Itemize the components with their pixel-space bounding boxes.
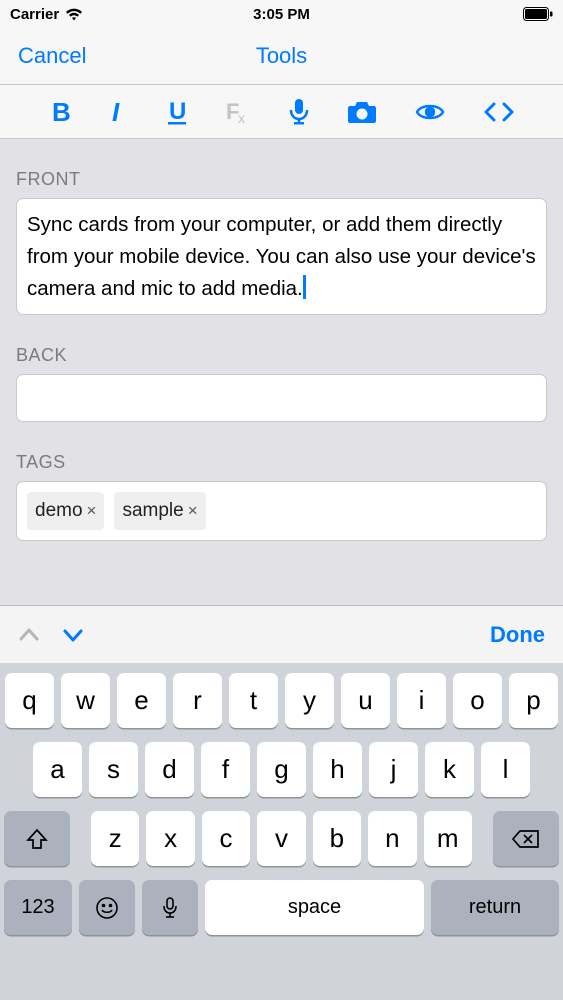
key-k[interactable]: k: [425, 742, 474, 797]
delete-key[interactable]: [493, 811, 559, 866]
key-g[interactable]: g: [257, 742, 306, 797]
keyboard: qwertyuiop asdfghjkl zxcvbnm 123 space r…: [0, 663, 563, 1000]
carrier-label: Carrier: [10, 6, 59, 23]
key-b[interactable]: b: [313, 811, 361, 866]
key-j[interactable]: j: [369, 742, 418, 797]
svg-text:I: I: [112, 100, 120, 124]
cancel-button[interactable]: Cancel: [18, 43, 86, 69]
microphone-button[interactable]: [289, 99, 309, 125]
back-label: BACK: [16, 345, 547, 366]
key-m[interactable]: m: [424, 811, 472, 866]
keyboard-accessory: Done: [0, 605, 563, 663]
wifi-icon: [65, 8, 83, 21]
front-field[interactable]: Sync cards from your computer, or add th…: [16, 198, 547, 315]
clear-format-button[interactable]: Fx: [226, 100, 250, 124]
underline-button[interactable]: U: [166, 99, 188, 125]
key-e[interactable]: e: [117, 673, 166, 728]
eye-icon[interactable]: [415, 102, 445, 122]
key-c[interactable]: c: [202, 811, 250, 866]
key-o[interactable]: o: [453, 673, 502, 728]
clock: 3:05 PM: [253, 6, 310, 23]
emoji-key[interactable]: [79, 880, 135, 935]
key-s[interactable]: s: [89, 742, 138, 797]
key-i[interactable]: i: [397, 673, 446, 728]
key-d[interactable]: d: [145, 742, 194, 797]
chevron-up-icon: [18, 624, 40, 646]
nav-bar: Cancel Tools: [0, 28, 563, 84]
key-y[interactable]: y: [285, 673, 334, 728]
tag-remove-icon[interactable]: ×: [188, 498, 198, 524]
format-toolbar: B I U Fx: [0, 84, 563, 139]
tag-remove-icon[interactable]: ×: [87, 498, 97, 524]
key-r[interactable]: r: [173, 673, 222, 728]
key-h[interactable]: h: [313, 742, 362, 797]
tag-chip[interactable]: sample×: [114, 492, 205, 529]
key-w[interactable]: w: [61, 673, 110, 728]
dictation-key[interactable]: [142, 880, 198, 935]
tags-field[interactable]: demo× sample×: [16, 481, 547, 540]
tools-button[interactable]: Tools: [256, 43, 307, 69]
status-bar: Carrier 3:05 PM: [0, 0, 563, 28]
italic-button[interactable]: I: [110, 100, 128, 124]
tag-chip[interactable]: demo×: [27, 492, 104, 529]
key-x[interactable]: x: [146, 811, 194, 866]
front-label: FRONT: [16, 169, 547, 190]
tags-label: TAGS: [16, 452, 547, 473]
key-l[interactable]: l: [481, 742, 530, 797]
svg-text:x: x: [238, 110, 245, 124]
key-t[interactable]: t: [229, 673, 278, 728]
svg-text:U: U: [169, 99, 186, 125]
key-n[interactable]: n: [368, 811, 416, 866]
done-button[interactable]: Done: [490, 622, 545, 648]
shift-key[interactable]: [4, 811, 70, 866]
svg-text:B: B: [52, 100, 71, 124]
key-u[interactable]: u: [341, 673, 390, 728]
back-field[interactable]: [16, 374, 547, 422]
code-button[interactable]: [484, 102, 514, 122]
camera-button[interactable]: [347, 100, 377, 124]
bold-button[interactable]: B: [49, 100, 71, 124]
key-z[interactable]: z: [91, 811, 139, 866]
numbers-key[interactable]: 123: [4, 880, 72, 935]
key-q[interactable]: q: [5, 673, 54, 728]
battery-icon: [523, 7, 553, 21]
text-cursor: [303, 275, 306, 299]
key-f[interactable]: f: [201, 742, 250, 797]
chevron-down-icon[interactable]: [62, 624, 84, 646]
return-key[interactable]: return: [431, 880, 559, 935]
key-p[interactable]: p: [509, 673, 558, 728]
key-v[interactable]: v: [257, 811, 305, 866]
space-key[interactable]: space: [205, 880, 424, 935]
key-a[interactable]: a: [33, 742, 82, 797]
